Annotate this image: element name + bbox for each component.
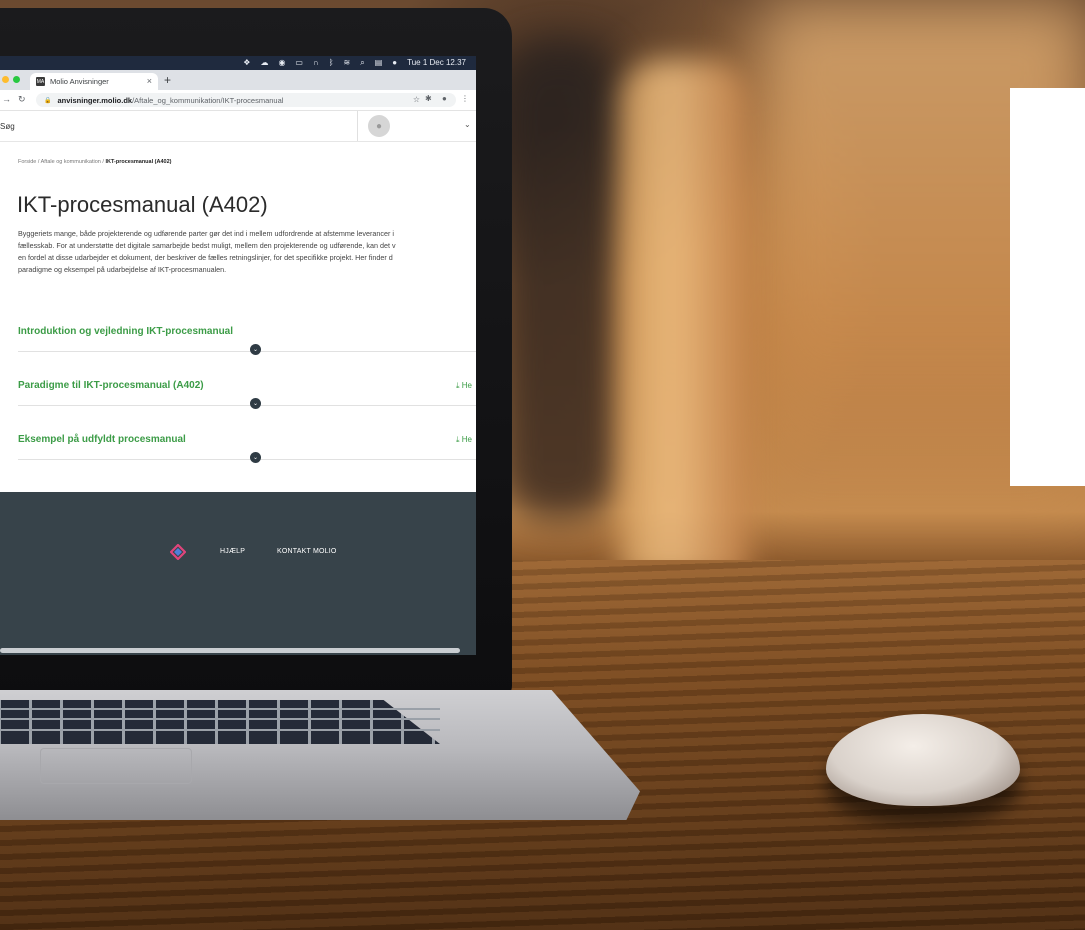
site-footer: HJÆLP KONTAKT MOLIO	[0, 492, 476, 655]
minimize-window-button[interactable]	[2, 76, 9, 83]
tab-title: Molio Anvisninger	[50, 77, 109, 86]
search-input[interactable]: Søg	[0, 122, 15, 131]
trackpad	[40, 748, 192, 784]
site-header: Søg ● ⌄	[0, 111, 476, 142]
molio-favicon-icon: MA	[36, 77, 45, 86]
browser-menu-icon[interactable]: ⋮	[461, 94, 469, 103]
download-link[interactable]: ⤓ He	[456, 435, 472, 445]
keyboard-row	[0, 708, 440, 710]
white-panel	[1010, 88, 1085, 486]
header-divider	[357, 111, 358, 141]
profile-icon[interactable]: ●	[442, 94, 447, 103]
close-tab-icon[interactable]: ×	[147, 76, 152, 86]
browser-tab-active[interactable]: MA Molio Anvisninger ×	[30, 73, 158, 90]
dropbox-icon[interactable]: ❖	[243, 56, 250, 70]
accordion-divider	[18, 459, 476, 460]
record-icon[interactable]: ◉	[278, 56, 285, 70]
bluetooth-icon[interactable]: ᛒ	[329, 56, 334, 70]
accordion-divider	[18, 351, 476, 352]
chevron-down-icon[interactable]: ⌄	[464, 120, 471, 129]
download-label: He	[461, 435, 472, 444]
accordion-title[interactable]: Paradigme til IKT-procesmanual (A402)	[18, 380, 476, 391]
keyboard-row	[0, 718, 440, 720]
footer-contact-link[interactable]: KONTAKT MOLIO	[277, 548, 337, 555]
control-center-icon[interactable]: ▤	[375, 56, 383, 70]
expand-chevron-icon[interactable]: ⌄	[250, 452, 261, 463]
accordion-title[interactable]: Eksempel på udfyldt procesmanual	[18, 434, 476, 445]
cloud-icon[interactable]: ☁	[260, 56, 268, 70]
reload-icon[interactable]: ↻	[18, 94, 26, 105]
blurred-bottle	[620, 60, 750, 580]
mac-menubar: ❖ ☁ ◉ ▭ ∩ ᛒ ≋ ⌕ ▤ ● Tue 1 Dec 12.37	[0, 56, 476, 70]
laptop-screen: ❖ ☁ ◉ ▭ ∩ ᛒ ≋ ⌕ ▤ ● Tue 1 Dec 12.37 MA M…	[0, 56, 476, 655]
accordion-introduktion[interactable]: Introduktion og vejledning IKT-procesman…	[18, 326, 476, 355]
url-path: /Aftale_og_kommunikation/IKT-procesmanua…	[132, 95, 284, 105]
footer-help-link[interactable]: HJÆLP	[220, 548, 245, 555]
expand-chevron-icon[interactable]: ⌄	[250, 398, 261, 409]
laptop-keyboard	[0, 700, 440, 744]
accordion-eksempel[interactable]: Eksempel på udfyldt procesmanual ⤓ He ⌄	[18, 434, 476, 463]
intro-line: Byggeriets mange, både projekterende og …	[18, 229, 394, 238]
breadcrumb-current: IKT-procesmanual (A402)	[105, 159, 172, 165]
intro-line: paradigme og eksempel på udarbejdelse af…	[18, 265, 227, 274]
breadcrumb: Forside / Aftale og kommunikation / IKT-…	[18, 159, 172, 165]
horizontal-scrollbar[interactable]	[0, 648, 460, 653]
download-link[interactable]: ⤓ He	[456, 381, 472, 391]
forward-icon[interactable]: →	[2, 94, 11, 104]
new-tab-icon[interactable]: +	[164, 73, 171, 87]
intro-text: Byggeriets mange, både projekterende og …	[18, 228, 476, 276]
keyboard-row	[0, 729, 440, 731]
accordion-divider	[18, 405, 476, 406]
browser-toolbar: → ↻ 🔒 anvisninger.molio.dk /Aftale_og_ko…	[0, 90, 476, 111]
menubar-clock[interactable]: Tue 1 Dec 12.37	[407, 56, 466, 70]
url-domain: anvisninger.molio.dk	[57, 95, 133, 105]
breadcrumb-item-aftale[interactable]: Aftale og kommunikation	[41, 159, 101, 165]
address-bar[interactable]: 🔒 anvisninger.molio.dk /Aftale_og_kommun…	[36, 93, 456, 107]
zoom-window-button[interactable]	[13, 76, 20, 83]
page-title: IKT-procesmanual (A402)	[17, 192, 268, 217]
molio-logo-icon[interactable]	[170, 544, 186, 560]
extensions-icon[interactable]: ✱	[425, 94, 432, 103]
battery-icon[interactable]: ▭	[295, 56, 303, 70]
accordion-title[interactable]: Introduktion og vejledning IKT-procesman…	[18, 326, 476, 337]
expand-chevron-icon[interactable]: ⌄	[250, 344, 261, 355]
accordion-paradigme[interactable]: Paradigme til IKT-procesmanual (A402) ⤓ …	[18, 380, 476, 409]
siri-icon[interactable]: ●	[392, 56, 397, 70]
bookmark-star-icon[interactable]: ☆	[413, 95, 420, 104]
lock-icon: 🔒	[44, 97, 52, 104]
browser-tabstrip: MA Molio Anvisninger × +	[0, 70, 476, 90]
user-avatar-icon[interactable]: ●	[368, 115, 390, 137]
intro-line: fællesskab. For at understøtte det digit…	[18, 241, 396, 250]
breadcrumb-item-forside[interactable]: Forside	[18, 159, 36, 165]
intro-line: en fordel at disse udarbejder et dokumen…	[18, 253, 393, 262]
download-label: He	[461, 381, 472, 390]
headphones-icon[interactable]: ∩	[313, 56, 319, 70]
wifi-icon[interactable]: ≋	[344, 56, 351, 70]
spotlight-icon[interactable]: ⌕	[360, 56, 364, 70]
blurred-object	[500, 40, 620, 520]
